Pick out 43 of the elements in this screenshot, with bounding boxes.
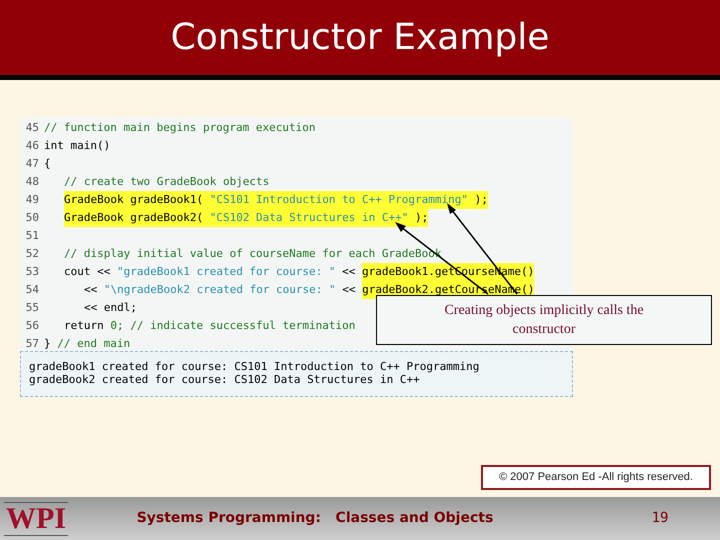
line-number: 47 — [24, 156, 40, 172]
code-text: "CS101 Introduction to C++ Programming" — [210, 191, 468, 209]
footer-title: Systems Programming: Classes and Objects — [136, 509, 494, 528]
code-text: return — [64, 318, 105, 334]
line-number: 55 — [24, 300, 40, 316]
callout-text: Creating objects implicitly calls the constructor — [443, 302, 645, 339]
line-number: 45 — [24, 120, 40, 136]
code-text: int main() — [44, 138, 110, 154]
code-text: GradeBook gradeBook2( — [64, 209, 210, 227]
code-text: ); — [468, 191, 488, 209]
line-number: 46 — [24, 138, 40, 154]
code-text: 0 — [110, 318, 117, 334]
line-number: 51 — [24, 228, 40, 244]
code-text: << — [341, 264, 356, 280]
line-number: 49 — [24, 192, 40, 208]
output-line: gradeBook2 created for course: CS102 Data Structures in C++ — [29, 373, 420, 386]
code-text: ; // indicate successful termination — [116, 318, 356, 334]
code-text: cout << — [64, 264, 112, 280]
code-text: { — [44, 156, 51, 172]
line-number: 54 — [24, 282, 40, 298]
code-text: "gradeBook1 created for course: " — [116, 264, 336, 280]
wpi-logo: WPI — [4, 502, 68, 536]
code-text: ); — [408, 209, 428, 227]
code-text: << — [341, 282, 357, 298]
slide-title: Constructor Example — [170, 16, 550, 60]
code-text: // create two GradeBook objects — [64, 174, 270, 190]
line-number: 50 — [24, 210, 40, 226]
code-text: GradeBook gradeBook1( — [64, 191, 210, 209]
page-number: 19 — [650, 509, 670, 528]
code-text: // end main — [57, 336, 130, 352]
code-text: "\ngradeBook2 created for course: " — [104, 282, 336, 298]
code-text: } — [44, 336, 52, 352]
code-text: "CS102 Data Structures in C++" — [210, 209, 408, 227]
line-number: 48 — [24, 174, 40, 190]
line-number: 56 — [24, 318, 40, 334]
line-number: 52 — [24, 246, 40, 262]
output-line: gradeBook1 created for course: CS101 Introduction to C++ Programming — [29, 360, 480, 373]
line-number: 57 — [24, 336, 40, 352]
code-text: << — [84, 282, 98, 298]
code-text: // function main begins program execution — [44, 120, 316, 136]
line-number: 53 — [24, 264, 40, 280]
copyright-text: © 2007 Pearson Ed -All rights reserved. — [499, 470, 693, 486]
code-text: << endl; — [84, 300, 137, 316]
